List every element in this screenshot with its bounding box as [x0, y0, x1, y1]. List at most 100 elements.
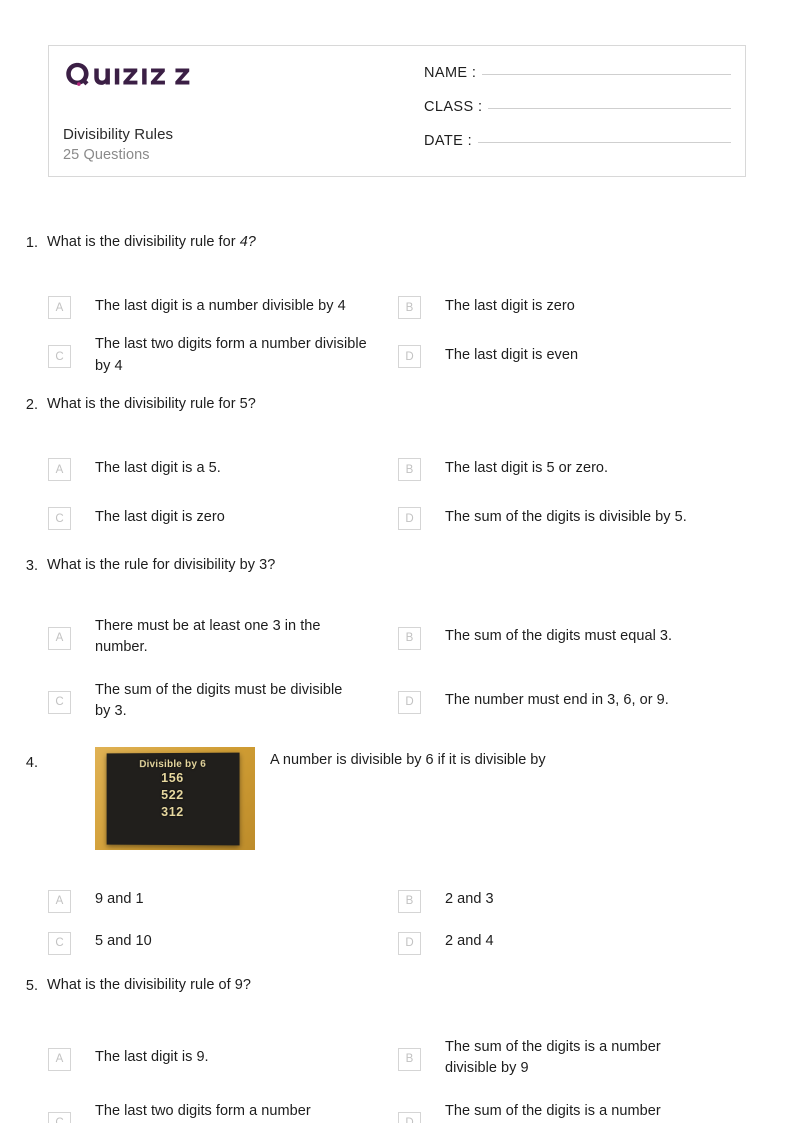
option-letter-badge: A	[48, 458, 71, 481]
chalkboard-number: 312	[161, 804, 184, 820]
question-heading: 1. What is the divisibility rule for 4?	[0, 232, 794, 282]
question-number: 2.	[25, 397, 38, 413]
option-text: The last digit is 9.	[95, 1049, 209, 1066]
option-text: The last digit is a number divisible by …	[95, 297, 346, 314]
question-number: 4.	[25, 755, 38, 771]
option-text: The sum of the digits is a number divisi…	[445, 1102, 661, 1119]
date-input[interactable]	[478, 142, 731, 143]
question-list: 1. What is the divisibility rule for 4? …	[0, 232, 794, 1123]
name-field-label: NAME :	[424, 65, 477, 81]
option-grid: A There must be at least one 3 in the nu…	[0, 605, 794, 733]
quizizz-logo-dot	[76, 82, 81, 86]
option-grid: A The last digit is 9. B The sum of the …	[0, 1026, 794, 1123]
option-letter-badge: C	[48, 345, 71, 368]
chalkboard-surface: Divisible by 6 156 522 312	[106, 752, 240, 846]
option-letter-badge: B	[398, 889, 421, 913]
question-text: What is the divisibility rule for 5?	[47, 396, 256, 412]
option-letter-badge: B	[398, 1047, 421, 1071]
chalkboard-number: 156	[161, 770, 184, 786]
option-text: The sum of the digits must be divisible …	[95, 681, 343, 720]
option-text: The last digit is even	[445, 346, 579, 363]
question-number: 5.	[25, 978, 38, 994]
option-letter-badge: D	[398, 345, 421, 368]
option-letter-badge: D	[398, 1111, 421, 1123]
option-d[interactable]: D The number must end in 3, 6, or 9.	[398, 669, 748, 733]
chalkboard-number: 522	[161, 787, 184, 803]
class-field-row: CLASS :	[424, 99, 731, 133]
option-text: The number must end in 3, 6, or 9.	[445, 692, 669, 709]
option-text: The last digit is 5 or zero.	[445, 459, 609, 476]
class-input[interactable]	[488, 108, 731, 109]
option-text: 9 and 1	[95, 891, 144, 908]
option-a[interactable]: A The last digit is 9.	[48, 1026, 398, 1090]
quizizz-logo	[66, 62, 190, 86]
question-heading: 2. What is the divisibility rule for 5?	[0, 394, 794, 444]
option-text: The last two digits form a number divisi…	[95, 336, 367, 374]
quiz-title: Divisibility Rules	[63, 126, 174, 143]
option-letter-badge: D	[398, 690, 421, 714]
name-field-row: NAME :	[424, 65, 731, 99]
option-grid: A The last digit is a 5. B The last digi…	[0, 444, 794, 542]
option-d[interactable]: D 2 and 4	[398, 921, 748, 963]
option-c[interactable]: C The sum of the digits must be divisibl…	[48, 669, 398, 733]
option-a[interactable]: A The last digit is a 5.	[48, 444, 398, 493]
name-input[interactable]	[482, 74, 731, 75]
question-block: 1. What is the divisibility rule for 4? …	[0, 232, 794, 394]
option-grid: A 9 and 1 B 2 and 3 C 5 and 10 D 2 and 4	[0, 879, 794, 963]
question-number: 1.	[25, 235, 38, 251]
option-a[interactable]: A The last digit is a number divisible b…	[48, 282, 398, 331]
option-letter-badge: A	[48, 889, 71, 913]
option-a[interactable]: A 9 and 1	[48, 879, 398, 921]
question-text: What is the divisibility rule of 9?	[47, 977, 252, 993]
option-letter-badge: C	[48, 507, 71, 530]
question-text: What is the rule for divisibility by 3?	[47, 557, 276, 573]
option-letter-badge: D	[398, 507, 421, 530]
option-text: The sum of the digits is divisible by 5.	[445, 508, 687, 525]
option-text: The last two digits form a number divisi…	[95, 1102, 311, 1119]
chalkboard-image: Divisible by 6 156 522 312	[95, 747, 255, 850]
option-c[interactable]: C The last two digits form a number divi…	[48, 331, 398, 380]
option-c[interactable]: C The last digit is zero	[48, 493, 398, 542]
header-left: Divisibility Rules 25 Questions	[49, 46, 407, 176]
question-image: Divisible by 6 156 522 312	[95, 747, 255, 850]
option-letter-badge: C	[48, 931, 71, 955]
option-b[interactable]: B The last digit is zero	[398, 282, 748, 331]
option-d[interactable]: D The sum of the digits is a number divi…	[398, 1090, 748, 1123]
option-letter-badge: B	[398, 296, 421, 319]
question-block: 5. What is the divisibility rule of 9? A…	[0, 975, 794, 1123]
question-text: A number is divisible by 6 if it is divi…	[270, 752, 546, 768]
option-text: The last digit is a 5.	[95, 459, 221, 476]
question-text: What is the divisibility rule for 4?	[47, 232, 256, 252]
question-count-label: 25 Questions	[63, 147, 150, 163]
option-text: 5 and 10	[95, 933, 152, 950]
worksheet-header: Divisibility Rules 25 Questions NAME : C…	[48, 45, 746, 177]
option-b[interactable]: B 2 and 3	[398, 879, 748, 921]
option-text: The sum of the digits is a number divisi…	[445, 1038, 661, 1077]
option-c[interactable]: C The last two digits form a number divi…	[48, 1090, 398, 1123]
option-text: There must be at least one 3 in the numb…	[95, 617, 321, 656]
option-text: The last digit is zero	[445, 297, 575, 314]
option-letter-badge: C	[48, 690, 71, 714]
worksheet-page: Divisibility Rules 25 Questions NAME : C…	[0, 0, 794, 1123]
option-letter-badge: C	[48, 1111, 71, 1123]
question-block: 3. What is the rule for divisibility by …	[0, 555, 794, 747]
date-field-row: DATE :	[424, 133, 731, 167]
option-c[interactable]: C 5 and 10	[48, 921, 398, 963]
option-letter-badge: B	[398, 458, 421, 481]
question-text-plain: What is the divisibility rule for	[47, 234, 240, 250]
option-letter-badge: A	[48, 296, 71, 319]
option-b[interactable]: B The last digit is 5 or zero.	[398, 444, 748, 493]
option-a[interactable]: A There must be at least one 3 in the nu…	[48, 605, 398, 669]
option-b[interactable]: B The sum of the digits must equal 3.	[398, 605, 748, 669]
option-text: 2 and 3	[445, 891, 494, 908]
option-text: The last digit is zero	[95, 508, 225, 525]
option-d[interactable]: D The sum of the digits is divisible by …	[398, 493, 748, 542]
option-b[interactable]: B The sum of the digits is a number divi…	[398, 1026, 748, 1090]
question-heading: 5. What is the divisibility rule of 9?	[0, 975, 794, 1026]
option-text: 2 and 4	[445, 933, 494, 950]
option-letter-badge: A	[48, 626, 71, 650]
option-d[interactable]: D The last digit is even	[398, 331, 748, 380]
question-block: 2. What is the divisibility rule for 5? …	[0, 394, 794, 555]
option-letter-badge: A	[48, 1047, 71, 1071]
question-heading: 3. What is the rule for divisibility by …	[0, 555, 794, 605]
